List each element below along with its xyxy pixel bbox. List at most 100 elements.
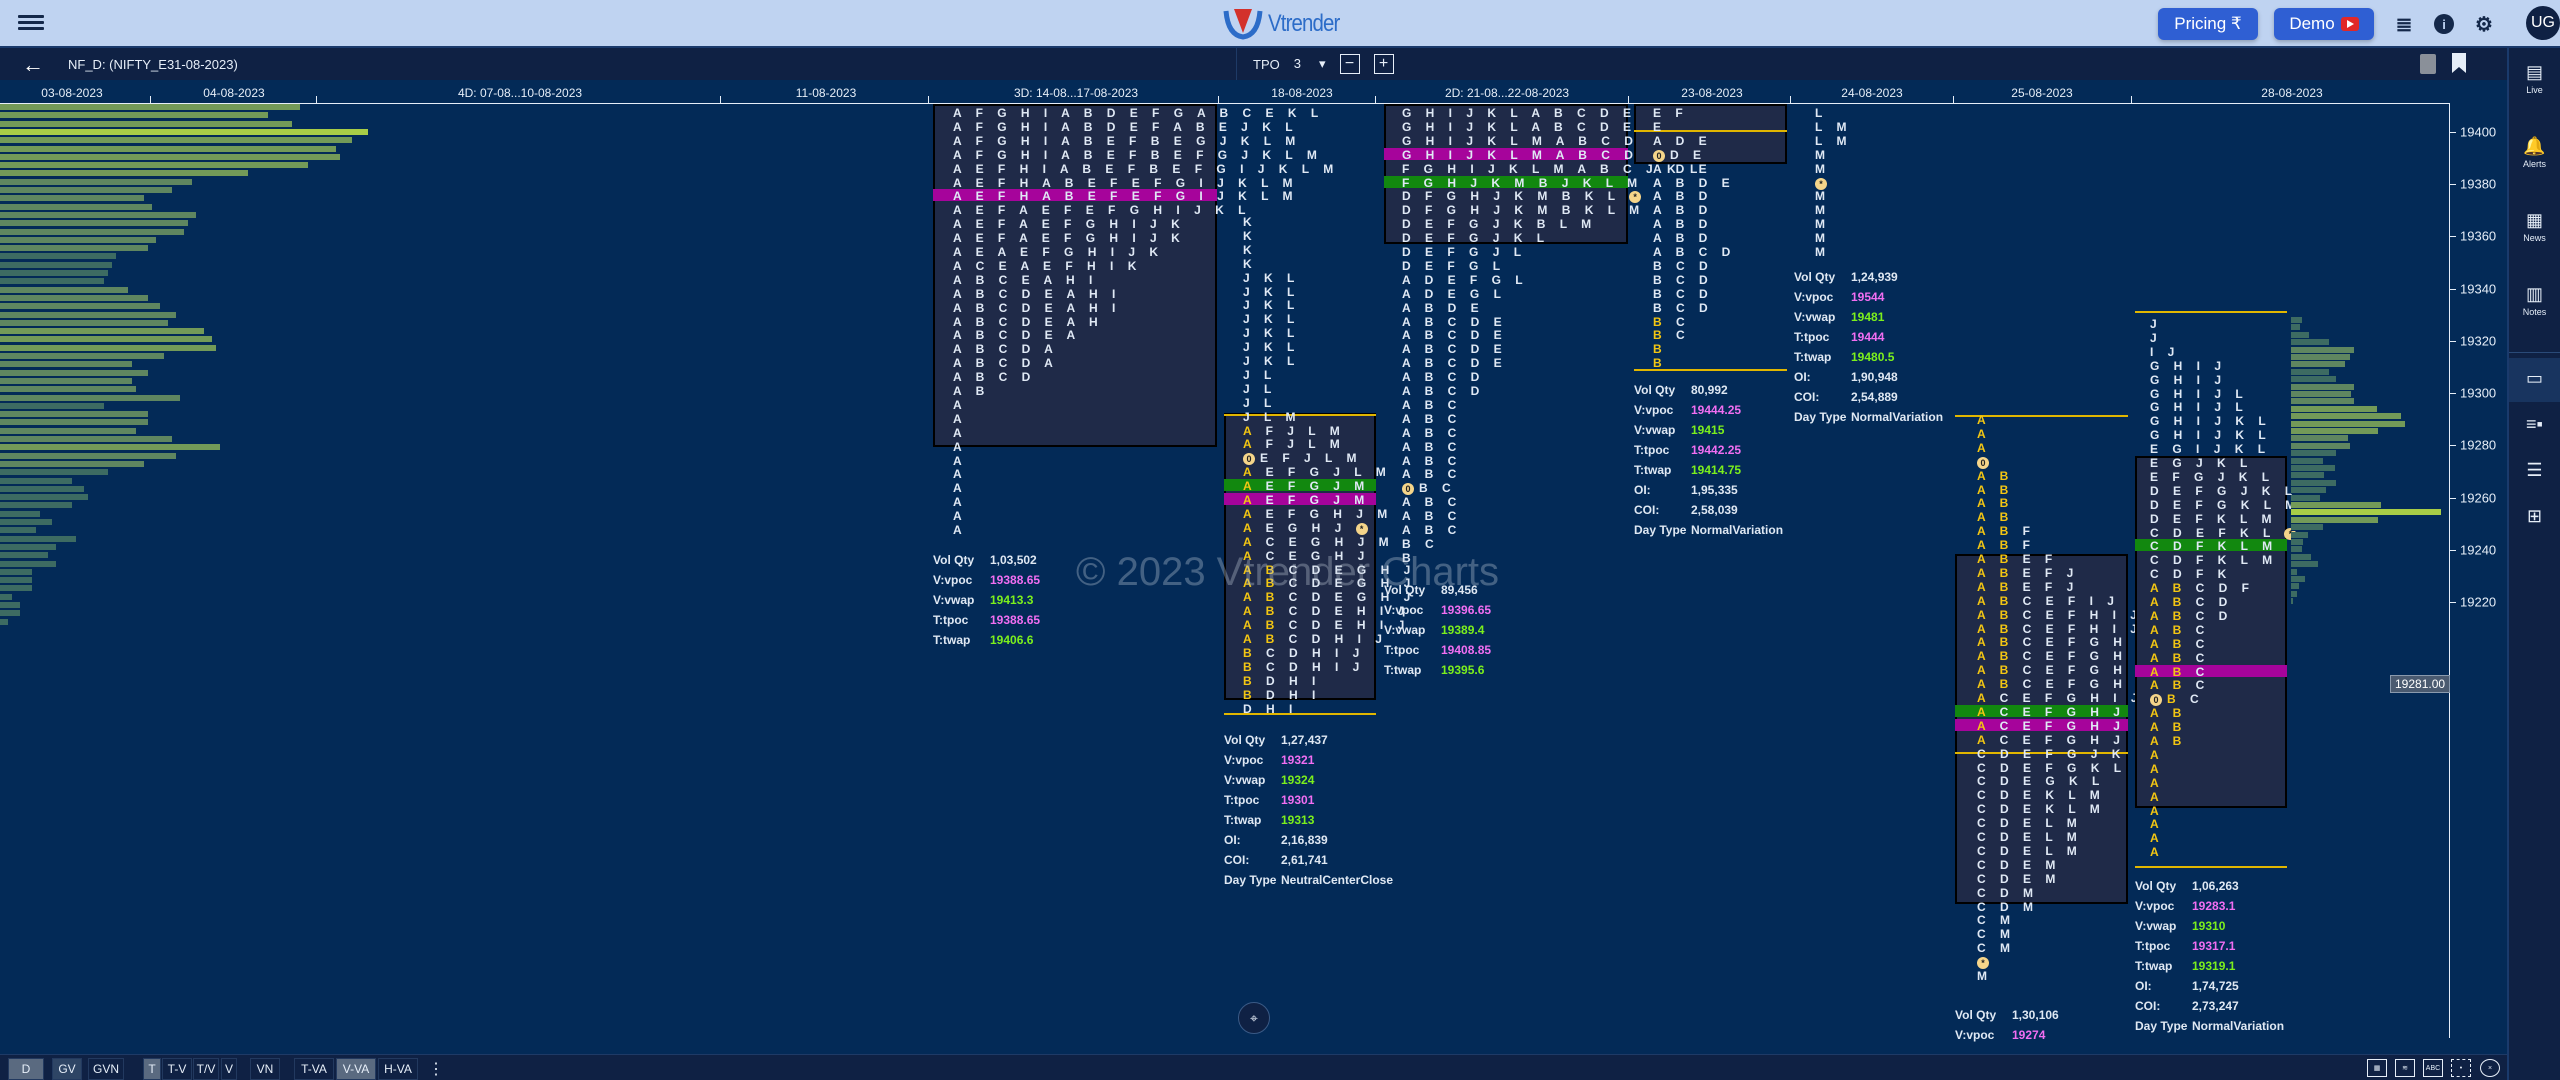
tpo-letter: F: [1265, 423, 1288, 438]
tpo-letter: J: [1333, 465, 1355, 480]
sidebar-item-live[interactable]: ▤ Live: [2509, 62, 2560, 95]
tpo-letter: L: [1325, 451, 1347, 466]
view-toggle-hva[interactable]: H-VA: [378, 1058, 418, 1080]
info-icon[interactable]: i: [2432, 12, 2456, 36]
document-icon[interactable]: ≣: [2392, 12, 2416, 36]
tpo-letter: H: [1087, 258, 1111, 273]
zoom-in-button[interactable]: +: [1373, 54, 1394, 74]
layout-rows-button[interactable]: ☰: [2509, 460, 2560, 483]
more-options-icon[interactable]: ⋮: [428, 1058, 444, 1080]
stat-value: 19301: [1281, 793, 1315, 807]
tpo-letter: C: [1977, 816, 2000, 831]
value-area-line: [2135, 866, 2287, 868]
tpo-letter: J: [1352, 645, 1374, 660]
date-label: 24-08-2023: [1841, 86, 1903, 100]
tpo-letter: J: [1243, 326, 1265, 341]
view-toggle-tva[interactable]: T-VA: [294, 1058, 334, 1080]
stat-value: 19414.75: [1691, 463, 1742, 477]
layout-list-button[interactable]: ≡▪: [2509, 414, 2560, 437]
sidebar-item-news[interactable]: ▦ News: [2509, 210, 2560, 243]
date-tick: [150, 96, 151, 104]
tpo-letter: F: [1152, 119, 1174, 134]
tpo-letter: A: [1402, 356, 1425, 371]
tpo-size-select[interactable]: 3 ▾: [1294, 56, 1326, 72]
tpo-letter: G: [1469, 286, 1494, 301]
view-toggle-vn[interactable]: VN: [250, 1058, 280, 1080]
avatar[interactable]: UG: [2526, 6, 2560, 40]
tpo-letter: H: [1425, 119, 1449, 134]
gear-icon[interactable]: ⚙: [2472, 12, 2496, 36]
tpo-letter: K: [1215, 203, 1239, 218]
market-profile-chart[interactable]: 03-08-2023 04-08-2023 4D: 07-08...10-08-20…: [0, 80, 2507, 1060]
tpo-letter: L: [2045, 816, 2067, 831]
tpo-letter: J: [2217, 469, 2239, 484]
tpo-letter: L: [1263, 133, 1286, 148]
volume-bar: [2291, 494, 2320, 502]
view-toggle-gvn[interactable]: GVN: [88, 1058, 124, 1080]
tpo-letter: E: [2196, 525, 2219, 540]
tpo-letter: C: [998, 272, 1022, 287]
tpo-letter: M: [1815, 203, 1840, 218]
layout-grid-button[interactable]: ⊞: [2509, 506, 2560, 529]
zoom-out-button[interactable]: −: [1339, 54, 1360, 74]
view-toggle-tv[interactable]: T-V: [162, 1058, 192, 1080]
tpo-letter: D: [1021, 286, 1045, 301]
tpo-letter: E: [1021, 272, 1044, 287]
tpo-letter: J: [2214, 414, 2236, 429]
abc-label-icon[interactable]: ABC: [2423, 1059, 2443, 1077]
stat-row: OI: 1,74,725: [2135, 976, 2284, 996]
sidebar-item-notes[interactable]: ▥ Notes: [2509, 284, 2560, 317]
view-toggle-d[interactable]: D: [8, 1058, 44, 1080]
tpo-row: J K L: [1243, 341, 1308, 353]
stat-label: Vol Qty: [933, 553, 975, 567]
sidebar-item-alerts[interactable]: 🔔 Alerts: [2509, 136, 2560, 169]
tpo-row: C D F K: [2150, 568, 2241, 580]
tpo-letter: C: [1999, 732, 2023, 747]
stat-value: 1,74,725: [2192, 979, 2239, 993]
date-tick: [1953, 96, 1954, 104]
view-toggle-gv[interactable]: GV: [52, 1058, 82, 1080]
tpo-letter: J: [2150, 330, 2172, 345]
demo-button[interactable]: Demo: [2274, 8, 2374, 40]
chart-image-icon[interactable]: ≋: [2395, 1059, 2415, 1077]
tpo-letter: D: [1021, 328, 1045, 343]
tpo-letter: A: [953, 411, 976, 426]
tpo-letter: J: [2113, 704, 2135, 719]
tpo-row: D F G H J K M B K L *: [1402, 190, 1646, 204]
tpo-letter: J: [1488, 161, 1510, 176]
tpo-row: A: [953, 455, 976, 467]
tpo-letter: E: [1260, 451, 1283, 466]
tpo-letter: J: [1466, 119, 1488, 134]
layout-single-button[interactable]: ▭: [2509, 358, 2560, 402]
tpo-letter: C: [1676, 272, 1699, 287]
tpo-letter: E: [1425, 245, 1448, 259]
tpo-letter: I: [1335, 659, 1353, 674]
tpo-letter: A: [1243, 493, 1266, 507]
profile-stats: Vol Qty 1,24,939 V:vpoc 19544 V:vwap 19481 T:t…: [1794, 267, 1943, 427]
view-toggle-t[interactable]: T: [143, 1058, 161, 1080]
pricing-button[interactable]: Pricing ₹: [2158, 8, 2258, 40]
save-icon[interactable]: [2420, 54, 2436, 74]
tpo-letter: C: [1447, 370, 1471, 385]
tpo-letter: A: [1977, 510, 2000, 525]
view-toggle-tv[interactable]: T/V: [193, 1058, 219, 1080]
close-circle-icon[interactable]: ×: [2480, 1059, 2500, 1077]
menu-icon[interactable]: [18, 12, 44, 34]
back-arrow-icon[interactable]: ←: [22, 52, 44, 78]
grid-table-icon[interactable]: ▦: [2367, 1059, 2387, 1077]
focus-icon[interactable]: •: [2451, 1059, 2471, 1077]
view-toggle-v[interactable]: V: [221, 1058, 237, 1080]
tpo-letter: F: [1154, 175, 1176, 190]
tpo-letter: I: [1042, 161, 1060, 176]
focus-center-button[interactable]: ⌖: [1238, 1002, 1270, 1034]
volume-bar: [0, 286, 128, 294]
view-toggle-vva[interactable]: V-VA: [336, 1058, 376, 1080]
tpo-letter: C: [2195, 581, 2219, 596]
tpo-letter: E: [1087, 175, 1111, 190]
bookmark-add-icon[interactable]: [2452, 53, 2466, 73]
tpo-letter: B: [1424, 467, 1448, 482]
tpo-letter: E: [975, 189, 998, 204]
tpo-letter: M: [1977, 969, 2002, 983]
tpo-letter: J: [1492, 217, 1514, 232]
tpo-row: J L: [1243, 397, 1285, 409]
